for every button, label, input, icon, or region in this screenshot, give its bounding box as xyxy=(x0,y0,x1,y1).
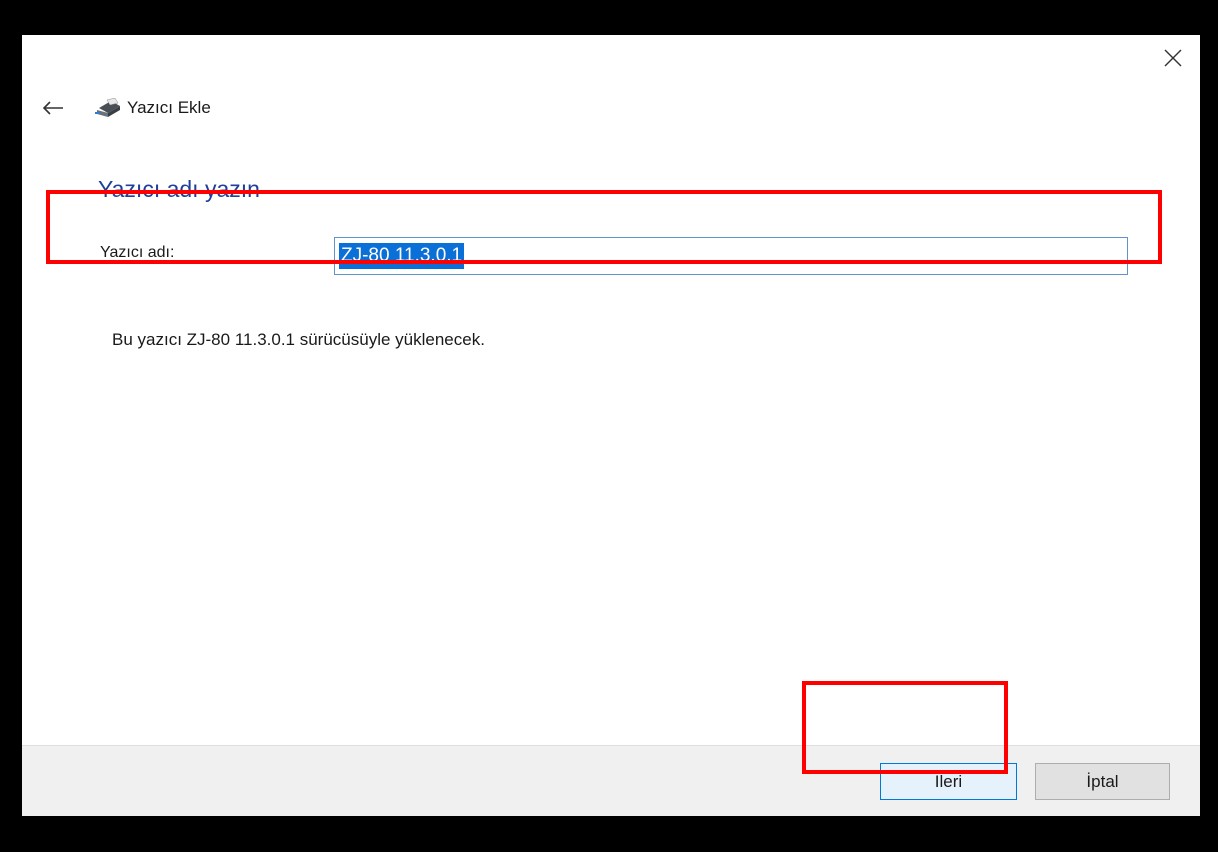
close-button[interactable] xyxy=(1160,45,1186,71)
header-row: Yazıcı Ekle xyxy=(38,97,211,119)
window-title: Yazıcı Ekle xyxy=(127,98,211,117)
printer-icon xyxy=(93,97,123,119)
dialog-footer: İleri İptal xyxy=(22,745,1200,816)
highlight-box-next-button xyxy=(802,681,1008,774)
back-arrow-icon xyxy=(42,101,63,115)
add-printer-dialog: Yazıcı Ekle Yazıcı adı yazın Yazıcı adı:… xyxy=(22,35,1200,816)
highlight-box-printer-name xyxy=(46,190,1162,264)
back-button[interactable] xyxy=(38,97,68,119)
close-icon xyxy=(1164,49,1182,67)
cancel-button[interactable]: İptal xyxy=(1035,763,1170,800)
driver-info-text: Bu yazıcı ZJ-80 11.3.0.1 sürücüsüyle yük… xyxy=(112,330,485,349)
